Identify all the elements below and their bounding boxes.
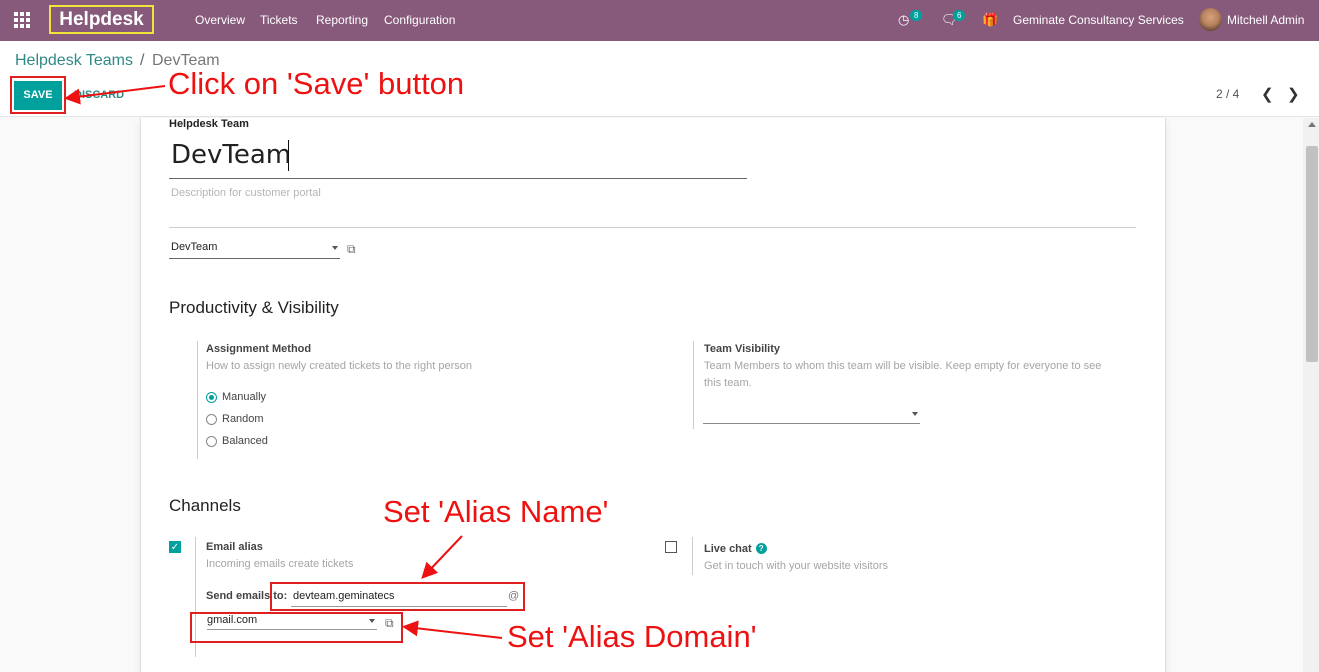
company-select[interactable]: DevTeam: [169, 238, 340, 259]
team-visibility-select[interactable]: [703, 406, 920, 424]
menu-overview[interactable]: Overview: [195, 13, 245, 27]
channels-section-title: Channels: [169, 496, 241, 515]
radio-random[interactable]: [206, 414, 217, 425]
apps-menu-icon[interactable]: [14, 12, 30, 28]
gift-icon[interactable]: 🎁: [982, 12, 998, 28]
alias-domain-highlight-box: [190, 612, 403, 643]
top-navbar: Helpdesk Overview Tickets Reporting Conf…: [0, 0, 1319, 41]
breadcrumb-separator: /: [140, 52, 145, 69]
menu-reporting[interactable]: Reporting: [316, 13, 368, 27]
annotation-alias-name: Set 'Alias Name': [383, 494, 609, 529]
menu-tickets[interactable]: Tickets: [260, 13, 298, 27]
team-name-label: Helpdesk Team: [169, 118, 249, 130]
assignment-method-label: Assignment Method: [206, 343, 312, 355]
activity-badge: 8: [910, 10, 923, 21]
group-divider: [197, 341, 198, 459]
activity-clock-icon[interactable]: ◷: [898, 12, 909, 28]
menu-configuration[interactable]: Configuration: [384, 13, 455, 27]
team-visibility-help: Team Members to whom this team will be v…: [704, 360, 1102, 372]
external-link-icon[interactable]: ⧉: [347, 242, 356, 257]
group-divider: [692, 537, 693, 575]
live-chat-label: Live chat?: [704, 543, 767, 555]
separator: [169, 227, 1136, 228]
group-divider: [693, 341, 694, 429]
user-menu[interactable]: Mitchell Admin: [1227, 13, 1304, 27]
annotation-alias-domain: Set 'Alias Domain': [507, 619, 757, 654]
email-alias-checkbox[interactable]: ✓: [169, 541, 181, 553]
radio-manually[interactable]: [206, 392, 217, 403]
help-question-icon[interactable]: ?: [755, 543, 767, 554]
radio-balanced-label[interactable]: Balanced: [222, 435, 268, 447]
app-brand[interactable]: Helpdesk: [49, 5, 154, 34]
chevron-down-icon: [912, 412, 918, 416]
annotation-save: Click on 'Save' button: [168, 66, 465, 101]
company-select-value: DevTeam: [171, 241, 218, 253]
assignment-method-help: How to assign newly created tickets to t…: [206, 360, 472, 372]
live-chat-help: Get in touch with your website visitors: [704, 560, 889, 572]
description-field[interactable]: Description for customer portal: [171, 187, 321, 199]
email-alias-help: Incoming emails create tickets: [206, 558, 354, 570]
email-alias-label: Email alias: [206, 541, 263, 553]
radio-manually-label[interactable]: Manually: [222, 391, 266, 403]
team-name-value: DevTeam: [171, 140, 292, 170]
alias-name-highlight-box: [270, 582, 525, 611]
company-switcher[interactable]: Geminate Consultancy Services: [1013, 13, 1184, 27]
discard-button[interactable]: DISCARD: [74, 89, 124, 101]
pager-value[interactable]: 2 / 4: [1216, 87, 1239, 101]
save-highlight-box: [10, 76, 66, 114]
scroll-up-arrow-icon[interactable]: [1308, 122, 1316, 127]
live-chat-title: Live chat: [704, 543, 752, 555]
live-chat-checkbox[interactable]: [665, 541, 677, 553]
chevron-down-icon: [332, 246, 338, 250]
scrollbar-thumb[interactable]: [1306, 146, 1318, 362]
radio-random-label[interactable]: Random: [222, 413, 264, 425]
breadcrumb-parent[interactable]: Helpdesk Teams: [15, 52, 133, 70]
productivity-section-title: Productivity & Visibility: [169, 298, 339, 317]
radio-balanced[interactable]: [206, 436, 217, 447]
pager-previous-icon[interactable]: ❮: [1261, 85, 1274, 103]
pager-next-icon[interactable]: ❯: [1287, 85, 1300, 103]
messages-badge: 6: [953, 10, 966, 21]
team-visibility-label: Team Visibility: [704, 343, 781, 355]
user-avatar[interactable]: [1199, 8, 1222, 31]
text-cursor: [288, 140, 289, 171]
team-visibility-help-2: this team.: [704, 377, 752, 389]
